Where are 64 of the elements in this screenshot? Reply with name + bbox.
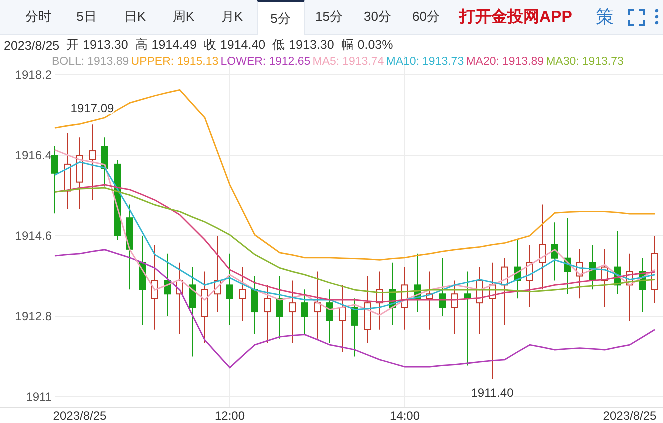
legend-label: LOWER: xyxy=(220,56,266,69)
legend-label: MA5: xyxy=(312,56,340,69)
period-tab[interactable]: 日K xyxy=(111,0,160,34)
candlestick xyxy=(539,204,546,290)
legend-value: 1912.65 xyxy=(269,56,311,69)
quote-stat: 收 1914.40 xyxy=(204,37,266,54)
candlestick xyxy=(452,280,458,335)
strategy-button[interactable]: 策 xyxy=(590,0,620,34)
y-axis-label: 1912.8 xyxy=(15,310,52,324)
candlestick xyxy=(102,137,108,188)
candlestick xyxy=(239,266,246,322)
candlestick xyxy=(226,253,234,326)
legend-label: UPPER: xyxy=(131,56,174,69)
period-tab[interactable]: 15分 xyxy=(305,0,354,34)
legend-label: MA20: xyxy=(466,56,500,69)
legend-value: 1913.89 xyxy=(502,56,544,69)
candlestick xyxy=(339,284,346,353)
y-axis-label: 1918.2 xyxy=(15,68,52,82)
quote-date: 2023/8/25 xyxy=(4,38,60,52)
legend-value: 1913.73 xyxy=(422,56,464,69)
candlestick xyxy=(189,266,196,358)
candlestick xyxy=(326,289,334,344)
candlestick xyxy=(89,124,96,201)
price-annotation: 1917.09 xyxy=(70,102,114,116)
y-axis-label: 1911 xyxy=(26,390,52,404)
quote-stat: 幅 0.03% xyxy=(341,37,394,54)
more-icon[interactable] xyxy=(655,9,659,25)
legend-label: MA10: xyxy=(386,56,420,69)
candlestick xyxy=(252,276,258,335)
legend-value: 1913.74 xyxy=(342,56,384,69)
x-axis-label: 14:00 xyxy=(390,409,420,423)
period-tab[interactable]: 30分 xyxy=(354,0,402,34)
legend-value: 1915.13 xyxy=(177,56,219,69)
legend-value: 1913.73 xyxy=(582,56,624,69)
candlestick xyxy=(439,258,446,317)
candlestick xyxy=(264,284,271,344)
price-annotation: 1911.40 xyxy=(471,386,514,400)
legend-label: BOLL: xyxy=(52,56,85,69)
quote-stat: 高 1914.49 xyxy=(135,37,197,54)
y-axis-label: 1914.6 xyxy=(15,229,52,243)
period-tab[interactable]: 60分 xyxy=(402,0,450,34)
period-tab[interactable]: 月K xyxy=(208,0,256,34)
period-tab[interactable]: 周K xyxy=(160,0,208,34)
candlestick xyxy=(352,298,358,358)
x-axis-label: 12:00 xyxy=(214,409,246,423)
candlestick xyxy=(52,146,58,214)
candlestick xyxy=(152,244,158,330)
open-app-link[interactable]: 打开金投网APP xyxy=(460,0,572,34)
quote-stat: 开 1913.30 xyxy=(66,37,128,54)
x-axis-label: 2023/8/25 xyxy=(53,409,107,423)
fullscreen-icon[interactable] xyxy=(628,8,645,26)
period-tab[interactable]: 5分 xyxy=(256,0,305,35)
y-axis-label: 1916.4 xyxy=(15,148,52,162)
quote-stat: 低 1913.30 xyxy=(272,37,334,54)
candlestick xyxy=(314,271,321,340)
candlestick xyxy=(276,276,284,340)
candlestick xyxy=(302,289,308,335)
x-axis-label: 2023/8/25 xyxy=(603,409,657,423)
legend-label: MA30: xyxy=(546,56,580,69)
candlestick xyxy=(464,271,471,366)
period-tab[interactable]: 分时 xyxy=(14,0,62,34)
candlestick xyxy=(289,280,296,344)
period-tab[interactable]: 5日 xyxy=(62,0,111,34)
legend-value: 1913.89 xyxy=(88,56,130,69)
